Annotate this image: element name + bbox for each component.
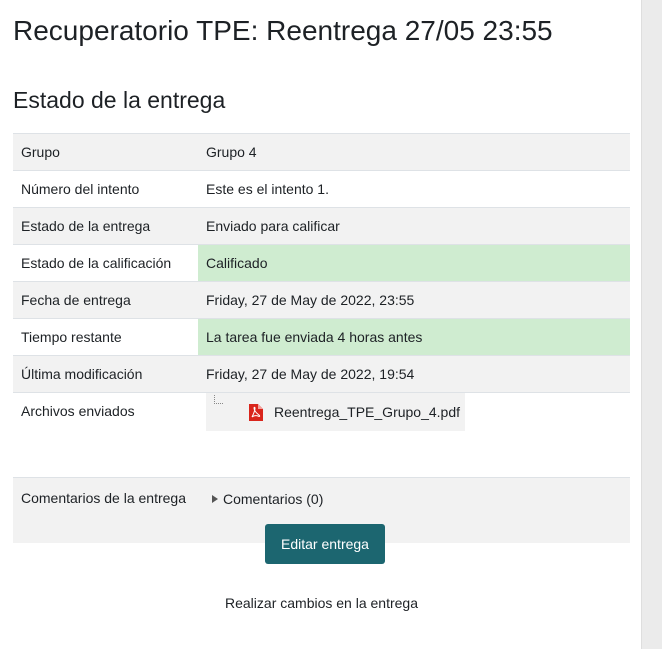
- page-title: Recuperatorio TPE: Reentrega 27/05 23:55: [13, 15, 553, 46]
- row-label: Estado de la entrega: [13, 207, 198, 245]
- main-content: Recuperatorio TPE: Reentrega 27/05 23:55…: [0, 0, 642, 649]
- row-label: Archivos enviados: [13, 392, 198, 478]
- tree-branch-line: [214, 395, 223, 404]
- row-value: Friday, 27 de May de 2022, 23:55: [198, 281, 630, 319]
- row-due-date: Fecha de entrega Friday, 27 de May de 20…: [13, 281, 630, 319]
- row-time-remaining: Tiempo restante La tarea fue enviada 4 h…: [13, 318, 630, 356]
- row-value: Enviado para calificar: [198, 207, 630, 245]
- pdf-icon: [249, 404, 263, 421]
- row-last-modified: Última modificación Friday, 27 de May de…: [13, 355, 630, 393]
- row-grading-status: Estado de la calificación Calificado: [13, 244, 630, 282]
- row-submitted-files: Archivos enviados Reentrega_TPE_Grupo_4.…: [13, 392, 630, 478]
- row-label: Comentarios de la entrega: [13, 477, 198, 543]
- file-tree: Reentrega_TPE_Grupo_4.pdf: [206, 393, 465, 431]
- row-label: Tiempo restante: [13, 318, 198, 356]
- row-value-success: La tarea fue enviada 4 horas antes: [198, 318, 630, 356]
- row-value: Reentrega_TPE_Grupo_4.pdf: [198, 392, 630, 478]
- row-label: Número del intento: [13, 170, 198, 208]
- row-value: Friday, 27 de May de 2022, 19:54: [198, 355, 630, 393]
- submission-status-table: Grupo Grupo 4 Número del intento Este es…: [13, 133, 630, 543]
- row-submission-status: Estado de la entrega Enviado para califi…: [13, 207, 630, 245]
- row-group: Grupo Grupo 4: [13, 133, 630, 171]
- comments-toggle[interactable]: Comentarios (0): [212, 489, 323, 509]
- row-label: Estado de la calificación: [13, 244, 198, 282]
- comments-toggle-label: Comentarios (0): [223, 491, 324, 507]
- edit-hint: Realizar cambios en la entrega: [225, 595, 418, 611]
- row-value: Grupo 4: [198, 133, 630, 171]
- row-label: Última modificación: [13, 355, 198, 393]
- row-label: Grupo: [13, 133, 198, 171]
- row-label: Fecha de entrega: [13, 281, 198, 319]
- edit-submission-button[interactable]: Editar entrega: [265, 524, 385, 564]
- caret-right-icon: [212, 495, 218, 503]
- row-value: Comentarios (0): [198, 477, 630, 543]
- section-title: Estado de la entrega: [13, 87, 226, 113]
- row-attempt-number: Número del intento Este es el intento 1.: [13, 170, 630, 208]
- row-value: Este es el intento 1.: [198, 170, 630, 208]
- file-link[interactable]: Reentrega_TPE_Grupo_4.pdf: [274, 402, 460, 422]
- row-value-success: Calificado: [198, 244, 630, 282]
